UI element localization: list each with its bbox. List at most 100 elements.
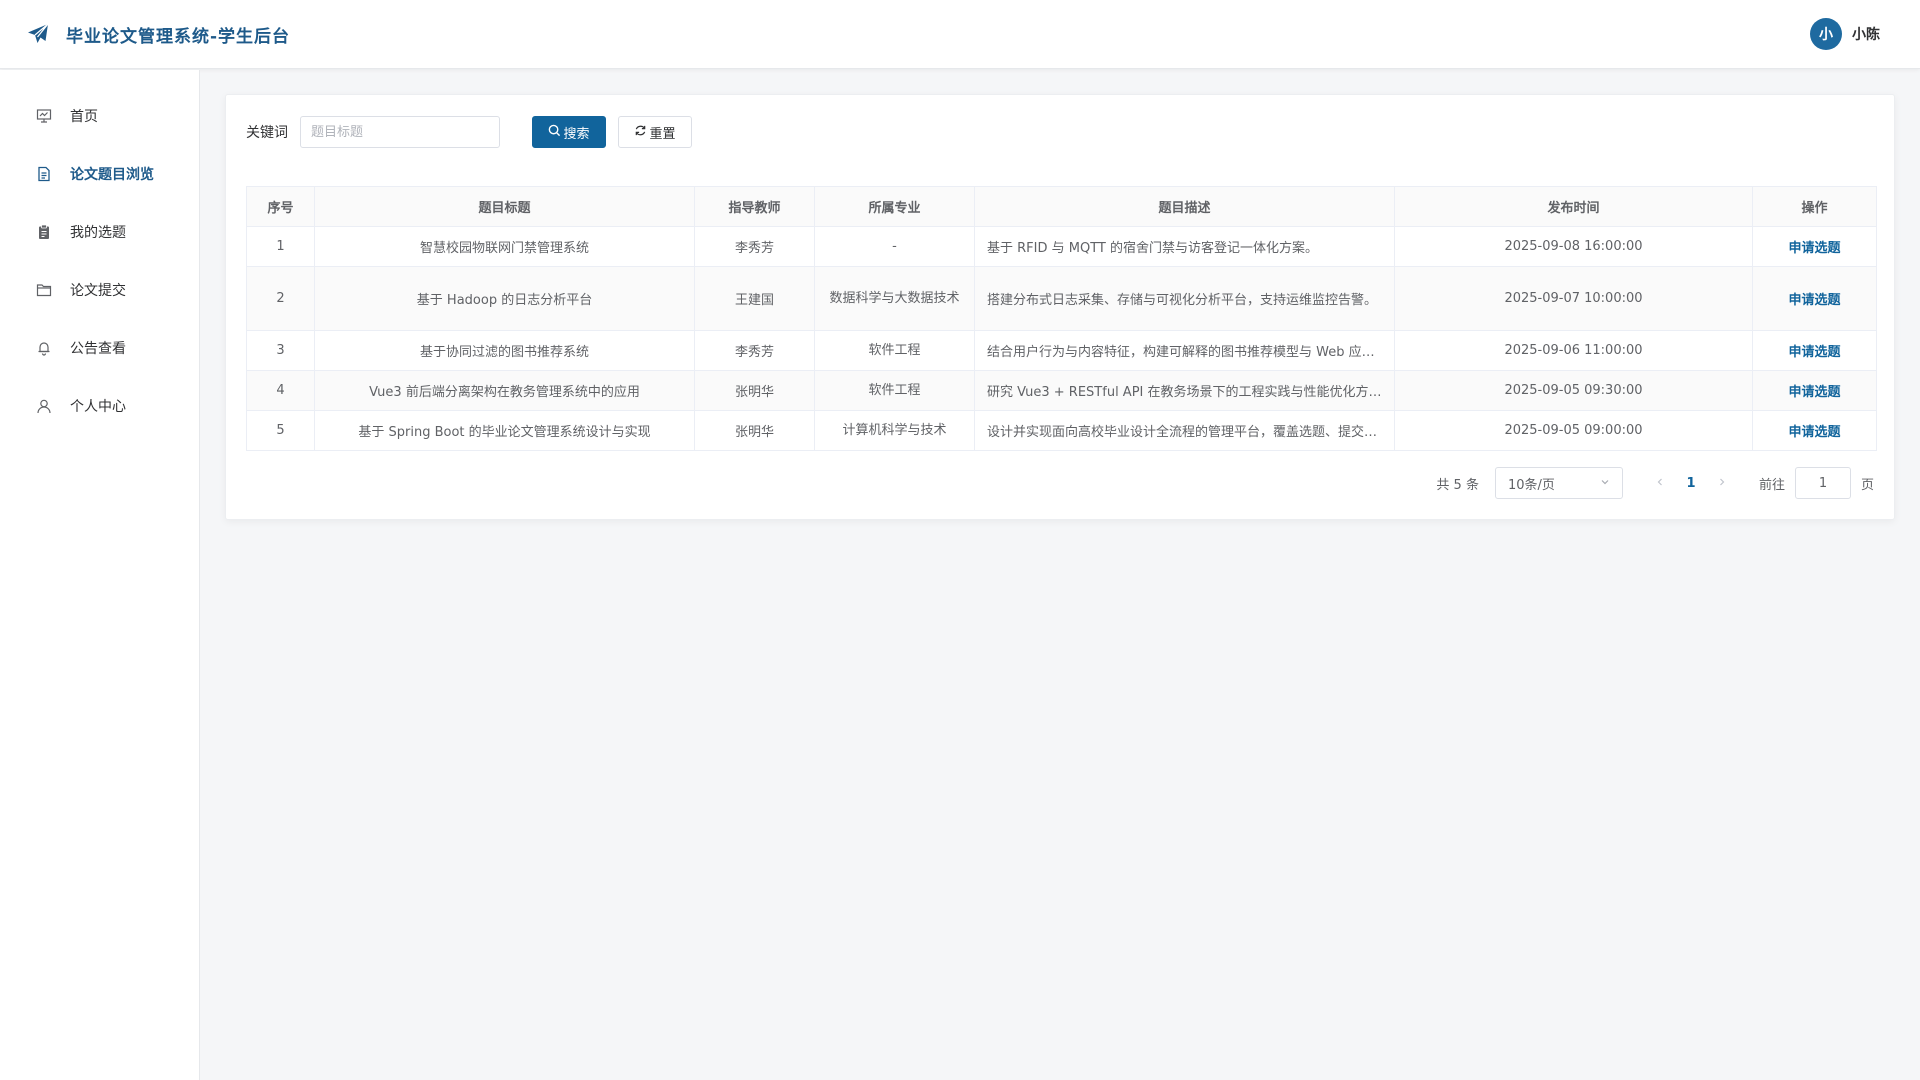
paper-plane-icon (26, 22, 50, 46)
pagination-total: 共 5 条 (1436, 477, 1479, 493)
brand: 毕业论文管理系统-学生后台 (26, 22, 290, 47)
sidebar-item-label: 我的选题 (70, 225, 126, 241)
table-row: 5 基于 Spring Boot 的毕业论文管理系统设计与实现 张明华 计算机科… (246, 410, 1877, 451)
chevron-down-icon (1600, 476, 1610, 491)
cell-major: 数据科学与大数据技术 (814, 266, 975, 331)
topic-table: 序号 题目标题 指导教师 所属专业 题目描述 发布时间 操作 1 智慧校园物联网… (246, 186, 1877, 451)
user-name[interactable]: 小陈 (1852, 24, 1880, 44)
column-header-major: 所属专业 (814, 186, 975, 227)
cell-publish-time: 2025-09-05 09:30:00 (1394, 370, 1753, 411)
app-title: 毕业论文管理系统-学生后台 (66, 26, 291, 47)
cell-title: 基于 Hadoop 的日志分析平台 (314, 266, 695, 331)
cell-description: 研究 Vue3 + RESTful API 在教务场景下的工程实践与性能优化方案… (974, 370, 1395, 411)
keyword-label: 关键词 (246, 125, 288, 141)
goto-page-input[interactable] (1794, 467, 1851, 499)
user-menu[interactable]: 小 小陈 (1810, 18, 1880, 50)
sidebar-item-profile[interactable]: 个人中心 (0, 377, 199, 435)
cell-description: 设计并实现面向高校毕业设计全流程的管理平台，覆盖选题、提交与评审。 (974, 410, 1395, 451)
cell-action: 申请选题 (1752, 226, 1877, 267)
sidebar-item-label: 论文题目浏览 (70, 167, 154, 183)
cell-teacher: 张明华 (694, 370, 815, 411)
table-row: 1 智慧校园物联网门禁管理系统 李秀芳 - 基于 RFID 与 MQTT 的宿舍… (246, 226, 1877, 267)
cell-index: 3 (246, 330, 315, 371)
avatar[interactable]: 小 (1810, 18, 1842, 50)
next-page-button[interactable] (1707, 475, 1737, 491)
sidebar-item-my-topic[interactable]: 我的选题 (0, 203, 199, 261)
sidebar-item-label: 首页 (70, 109, 98, 125)
sidebar-item-topic-browse[interactable]: 论文题目浏览 (0, 145, 199, 203)
column-header-index: 序号 (246, 186, 315, 227)
cell-description: 结合用户行为与内容特征，构建可解释的图书推荐模型与 Web 应用。 (974, 330, 1395, 371)
keyword-input[interactable] (300, 116, 500, 148)
column-header-description: 题目描述 (974, 186, 1395, 227)
reset-button[interactable]: 重置 (618, 116, 692, 148)
cell-description: 基于 RFID 与 MQTT 的宿舍门禁与访客登记一体化方案。 (974, 226, 1395, 267)
column-header-publish-time: 发布时间 (1394, 186, 1753, 227)
table-header-row: 序号 题目标题 指导教师 所属专业 题目描述 发布时间 操作 (246, 186, 1877, 227)
cell-index: 2 (246, 266, 315, 331)
search-form: 关键词 搜索 重置 (246, 116, 692, 148)
search-button-label: 搜索 (563, 126, 590, 142)
cell-title: 基于 Spring Boot 的毕业论文管理系统设计与实现 (314, 410, 695, 451)
cell-title: Vue3 前后端分离架构在教务管理系统中的应用 (314, 370, 695, 411)
cell-major: 软件工程 (814, 370, 975, 411)
page-size-value: 10条/页 (1507, 477, 1555, 493)
cell-teacher: 李秀芳 (694, 226, 815, 267)
cell-index: 4 (246, 370, 315, 411)
cell-title: 基于协同过滤的图书推荐系统 (314, 330, 695, 371)
column-header-teacher: 指导教师 (694, 186, 815, 227)
cell-index: 1 (246, 226, 315, 267)
apply-topic-link[interactable]: 申请选题 (1788, 293, 1840, 308)
apply-topic-link[interactable]: 申请选题 (1788, 425, 1840, 440)
apply-topic-link[interactable]: 申请选题 (1788, 385, 1840, 400)
topic-list-card: 关键词 搜索 重置 序号 题目标题 指导教师 所属专业 题目描述 发布时间 操作 (225, 94, 1895, 520)
search-button[interactable]: 搜索 (532, 116, 606, 148)
presentation-icon (36, 108, 52, 124)
prev-page-button[interactable] (1645, 475, 1675, 491)
column-header-action: 操作 (1752, 186, 1877, 227)
table-row: 3 基于协同过滤的图书推荐系统 李秀芳 软件工程 结合用户行为与内容特征，构建可… (246, 330, 1877, 371)
cell-action: 申请选题 (1752, 330, 1877, 371)
reset-button-label: 重置 (649, 126, 676, 142)
page-unit-label: 页 (1860, 477, 1874, 493)
page-size-select[interactable]: 10条/页 (1494, 467, 1623, 499)
column-header-title: 题目标题 (314, 186, 695, 227)
cell-action: 申请选题 (1752, 370, 1877, 411)
chevron-left-icon (1657, 478, 1662, 486)
bell-icon (36, 340, 52, 356)
cell-teacher: 王建国 (694, 266, 815, 331)
sidebar: 首页 论文题目浏览 我的选题 论文提交 公告查看 个人中心 (0, 70, 200, 1080)
cell-publish-time: 2025-09-07 10:00:00 (1394, 266, 1753, 331)
cell-action: 申请选题 (1752, 410, 1877, 451)
apply-topic-link[interactable]: 申请选题 (1788, 345, 1840, 360)
refresh-icon (634, 124, 649, 141)
cell-publish-time: 2025-09-06 11:00:00 (1394, 330, 1753, 371)
cell-major: 软件工程 (814, 330, 975, 371)
cell-title: 智慧校园物联网门禁管理系统 (314, 226, 695, 267)
cell-teacher: 李秀芳 (694, 330, 815, 371)
cell-teacher: 张明华 (694, 410, 815, 451)
chevron-right-icon (1720, 478, 1725, 486)
cell-publish-time: 2025-09-05 09:00:00 (1394, 410, 1753, 451)
sidebar-item-thesis-submit[interactable]: 论文提交 (0, 261, 199, 319)
search-icon (548, 124, 563, 141)
sidebar-item-label: 个人中心 (70, 399, 126, 415)
cell-index: 5 (246, 410, 315, 451)
user-icon (36, 398, 52, 414)
sidebar-item-label: 论文提交 (70, 283, 126, 299)
cell-action: 申请选题 (1752, 266, 1877, 331)
page-number-button[interactable]: 1 (1675, 476, 1707, 491)
goto-label: 前往 (1758, 477, 1785, 493)
cell-description: 搭建分布式日志采集、存储与可视化分析平台，支持运维监控告警。 (974, 266, 1395, 331)
pagination: 共 5 条 10条/页 1 前往 页 (1436, 467, 1874, 499)
cell-publish-time: 2025-09-08 16:00:00 (1394, 226, 1753, 267)
sidebar-item-label: 公告查看 (70, 341, 126, 357)
folder-icon (36, 282, 52, 298)
sidebar-item-home[interactable]: 首页 (0, 87, 199, 145)
apply-topic-link[interactable]: 申请选题 (1788, 241, 1840, 256)
clipboard-icon (36, 224, 52, 240)
document-icon (36, 166, 52, 182)
sidebar-item-announcements[interactable]: 公告查看 (0, 319, 199, 377)
table-row: 4 Vue3 前后端分离架构在教务管理系统中的应用 张明华 软件工程 研究 Vu… (246, 370, 1877, 411)
cell-major: - (814, 226, 975, 267)
